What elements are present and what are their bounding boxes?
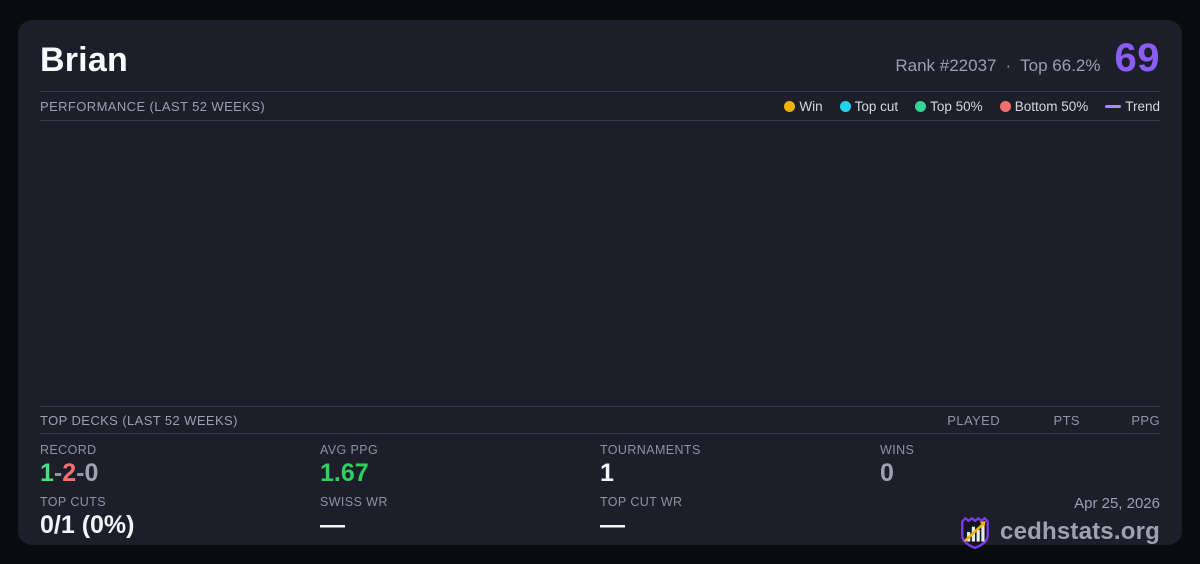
player-score: 69 <box>1114 36 1160 80</box>
top-cut-dot-icon <box>839 100 851 112</box>
record-value: 1-2-0 <box>40 460 320 486</box>
legend-label: Top 50% <box>930 98 983 114</box>
chart-legend: Win Top cut Top 50% Bottom 50% Trend <box>784 99 1160 114</box>
stat-record: RECORD 1-2-0 <box>40 441 320 493</box>
stat-wins: WINS 0 <box>880 441 1160 493</box>
wins-value: 0 <box>880 459 894 487</box>
swiss-wr-value: — <box>320 511 345 539</box>
record-separator: - <box>53 459 63 487</box>
performance-header-row: PERFORMANCE (LAST 52 WEEKS) Win Top cut … <box>40 92 1160 121</box>
top-percent-text: Top 66.2% <box>1020 56 1101 75</box>
performance-title: PERFORMANCE (LAST 52 WEEKS) <box>40 98 266 114</box>
stat-label: WINS <box>880 443 915 457</box>
page-background: Brian Rank #22037 · Top 66.2% 69 PERFORM… <box>0 0 1200 564</box>
stat-label: TOP CUT WR <box>600 495 683 509</box>
legend-item-win: Win <box>784 98 823 114</box>
player-stats-card: Brian Rank #22037 · Top 66.2% 69 PERFORM… <box>18 20 1182 550</box>
card-footer: Apr 25, 2026 cedhstats.org <box>880 493 1160 550</box>
legend-label: Win <box>799 98 823 114</box>
footer-date: Apr 25, 2026 <box>1074 495 1160 512</box>
rank-separator: · <box>1005 56 1012 75</box>
stat-avg-ppg: AVG PPG 1.67 <box>320 441 600 493</box>
record-draws: 0 <box>84 459 99 487</box>
top-cuts-value: 0/1 (0%) <box>40 511 135 539</box>
top-50-dot-icon <box>915 100 927 112</box>
column-played: PLAYED <box>947 412 1000 428</box>
rank-line: Rank #22037 · Top 66.2% <box>895 56 1100 76</box>
stat-tournaments: TOURNAMENTS 1 <box>600 441 880 493</box>
avg-ppg-value: 1.67 <box>320 459 369 487</box>
trend-line-icon <box>1105 104 1122 108</box>
legend-label: Top cut <box>854 98 899 114</box>
header-right: Rank #22037 · Top 66.2% 69 <box>895 36 1160 81</box>
stat-label: AVG PPG <box>320 443 379 457</box>
card-header: Brian Rank #22037 · Top 66.2% 69 <box>18 20 1182 91</box>
top-decks-header-row: TOP DECKS (LAST 52 WEEKS) PLAYED PTS PPG <box>40 406 1160 434</box>
record-wins: 1 <box>40 459 54 487</box>
legend-item-top-cut: Top cut <box>839 98 899 114</box>
column-pts: PTS <box>1053 412 1080 428</box>
legend-item-bottom-50: Bottom 50% <box>999 98 1089 114</box>
legend-item-trend: Trend <box>1105 99 1160 114</box>
win-dot-icon <box>784 100 796 112</box>
cedhstats-logo-icon <box>961 517 989 550</box>
site-name: cedhstats.org <box>1000 518 1160 545</box>
tournaments-value: 1 <box>600 459 614 487</box>
stat-label: SWISS WR <box>320 495 388 509</box>
rank-text: Rank #22037 <box>895 56 997 75</box>
stat-top-cuts: TOP CUTS 0/1 (0%) <box>40 493 320 545</box>
site-branding: cedhstats.org <box>958 514 1160 550</box>
record-losses: 2 <box>62 459 77 487</box>
top-decks-columns: PLAYED PTS PPG <box>920 413 1160 428</box>
legend-item-top-50: Top 50% <box>915 99 983 114</box>
stat-label: RECORD <box>40 443 97 457</box>
bottom-50-dot-icon <box>999 100 1011 112</box>
performance-chart-area <box>40 121 1160 406</box>
stat-label: TOURNAMENTS <box>600 443 701 457</box>
stats-grid: RECORD 1-2-0 AVG PPG 1.67 TOURNAMENTS 1 … <box>18 434 1182 550</box>
stat-swiss-wr: SWISS WR — <box>320 493 600 545</box>
stat-top-cut-wr: TOP CUT WR — <box>600 493 880 545</box>
legend-label: Trend <box>1125 98 1160 114</box>
top-cut-wr-value: — <box>600 511 625 539</box>
column-ppg: PPG <box>1131 412 1160 428</box>
top-decks-title: TOP DECKS (LAST 52 WEEKS) <box>40 412 238 428</box>
player-name: Brian <box>40 41 128 79</box>
legend-label: Bottom 50% <box>1014 98 1089 114</box>
stat-label: TOP CUTS <box>40 495 106 509</box>
